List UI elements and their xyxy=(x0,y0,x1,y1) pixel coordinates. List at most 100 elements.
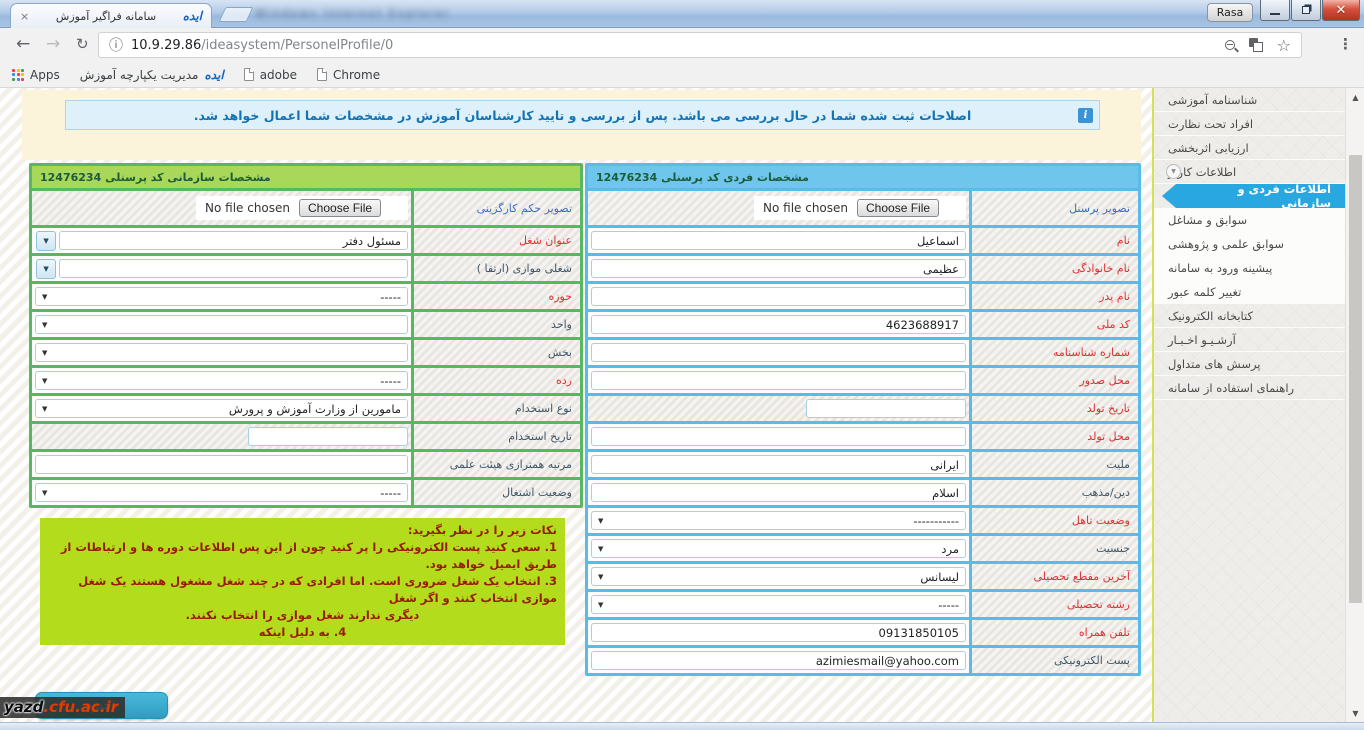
combo-text-input[interactable] xyxy=(59,231,408,250)
collapse-toggle-icon[interactable]: ▼ xyxy=(1166,164,1181,179)
select-input[interactable]: ----- ▼ xyxy=(35,371,408,390)
date-input[interactable] xyxy=(248,427,408,446)
field-label: بخش xyxy=(414,340,580,365)
text-input[interactable] xyxy=(591,651,966,670)
apps-grid-icon xyxy=(12,68,24,81)
bookmark-chrome[interactable]: Chrome xyxy=(317,68,380,82)
form-row: نام پدر xyxy=(588,284,1138,309)
browser-tab[interactable]: × سامانه فراگیر آموزش ایده xyxy=(10,3,212,28)
text-input[interactable] xyxy=(591,455,966,474)
select-input[interactable]: ----- ▼ xyxy=(591,595,966,614)
watermark-suffix: .cfu.ac.ir xyxy=(43,698,119,716)
select-input[interactable]: ----- ▼ xyxy=(35,483,408,502)
field-label: آخرین مقطع تحصیلی xyxy=(972,564,1138,589)
zoom-out-icon[interactable] xyxy=(1224,40,1235,50)
bookmark-adobe[interactable]: adobe xyxy=(243,68,297,82)
field-value-cell: ▼ xyxy=(32,340,411,365)
vertical-scrollbar[interactable]: ▲ ▼ xyxy=(1345,88,1364,722)
text-input[interactable] xyxy=(591,259,966,278)
rasa-button[interactable]: Rasa xyxy=(1207,3,1253,22)
combo-text-input[interactable] xyxy=(59,259,408,278)
address-bar[interactable]: ⓘ 10.9.29.86/ideasystem/PersonelProfile/… xyxy=(98,32,1302,58)
text-input[interactable] xyxy=(35,455,408,474)
field-label: تصویر پرسنل xyxy=(972,191,1138,225)
bookmark-star-icon[interactable]: ☆ xyxy=(1277,36,1291,55)
tab-close-icon[interactable]: × xyxy=(20,11,29,22)
choose-file-button[interactable]: Choose File xyxy=(299,199,382,217)
reload-icon[interactable]: ↻ xyxy=(76,34,89,54)
chevron-down-icon: ▼ xyxy=(42,292,48,301)
bookmarks-bar: Apps مديريت يكپارچه آموزش ایده adobe Chr… xyxy=(0,62,1364,88)
bookmark-idea-system[interactable]: مديريت يكپارچه آموزش ایده xyxy=(80,68,224,82)
select-input[interactable]: ▼ xyxy=(35,315,408,334)
new-tab-button[interactable] xyxy=(218,7,254,22)
browser-menu-icon[interactable]: ⋮ xyxy=(1338,35,1353,53)
select-input[interactable]: ----- ▼ xyxy=(35,287,408,306)
text-input[interactable] xyxy=(591,287,966,306)
sidebar-item[interactable]: سوابق علمی و پژوهشی xyxy=(1154,232,1345,256)
field-value-cell xyxy=(588,284,969,309)
scroll-down-icon[interactable]: ▼ xyxy=(1346,706,1364,720)
close-button[interactable]: ✕ xyxy=(1322,0,1360,21)
text-input[interactable] xyxy=(591,427,966,446)
field-value-cell xyxy=(588,648,969,673)
text-input[interactable] xyxy=(591,231,966,250)
select-input[interactable]: مرد ▼ xyxy=(591,539,966,558)
form-row: نام xyxy=(588,228,1138,253)
maximize-button[interactable] xyxy=(1291,0,1321,21)
field-value-cell xyxy=(32,424,411,449)
field-value-cell xyxy=(588,228,969,253)
field-value-cell: مامورین از وزارت آموزش و پرورش ▼ xyxy=(32,396,411,421)
select-input[interactable]: لیسانس ▼ xyxy=(591,567,966,586)
minimize-button[interactable] xyxy=(1260,0,1290,21)
sidebar-item[interactable]: کتابخانه الکترونیک xyxy=(1154,304,1345,328)
scrollbar-thumb[interactable] xyxy=(1349,155,1362,603)
field-value-cell: ▼ xyxy=(32,312,411,337)
text-input[interactable] xyxy=(591,371,966,390)
field-label: عنوان شغل xyxy=(414,228,580,253)
text-input[interactable] xyxy=(591,483,966,502)
field-label: مرتبه همترازی هیئت علمی xyxy=(414,452,580,477)
translate-icon[interactable] xyxy=(1248,38,1263,52)
page-icon xyxy=(243,68,254,81)
file-upload-control[interactable]: No file chosen Choose File xyxy=(196,196,408,220)
scroll-up-icon[interactable]: ▲ xyxy=(1346,90,1364,104)
form-row: تلفن همراه xyxy=(588,620,1138,645)
combo-dropdown-button[interactable]: ▼ xyxy=(36,258,56,279)
field-value-cell: مرد ▼ xyxy=(588,536,969,561)
sidebar-item[interactable]: راهنمای استفاده از سامانه xyxy=(1154,376,1345,400)
text-input[interactable] xyxy=(591,343,966,362)
file-upload-control[interactable]: No file chosen Choose File xyxy=(754,196,966,220)
select-input[interactable]: ----------- ▼ xyxy=(591,511,966,530)
back-icon[interactable]: ← xyxy=(16,34,30,54)
select-input[interactable]: ▼ xyxy=(35,343,408,362)
choose-file-button[interactable]: Choose File xyxy=(857,199,940,217)
sidebar-item[interactable]: تغییر کلمه عبور xyxy=(1154,280,1345,304)
sidebar-item[interactable]: شناسنامه آموزشی xyxy=(1154,88,1345,112)
combo-dropdown-button[interactable]: ▼ xyxy=(36,230,56,251)
sidebar-item-active[interactable]: اطلاعات فردی و سازمانی xyxy=(1176,182,1345,210)
form-row: نوع استخدام مامورین از وزارت آموزش و پرور… xyxy=(32,396,580,421)
form-row: کد ملی xyxy=(588,312,1138,337)
forward-icon[interactable]: → xyxy=(46,34,60,54)
select-value: مرد xyxy=(941,541,959,556)
sidebar-item[interactable]: آرشـيـو اخـبـار xyxy=(1154,328,1345,352)
select-input[interactable]: مامورین از وزارت آموزش و پرورش ▼ xyxy=(35,399,408,418)
text-input[interactable] xyxy=(591,315,966,334)
sidebar-item[interactable]: اطلاعات کاربر ▼ xyxy=(1154,160,1345,184)
browser-window: × سامانه فراگیر آموزش ایده Windows Inter… xyxy=(0,0,1364,730)
sidebar-item[interactable]: ارزیابی اثربخشی xyxy=(1154,136,1345,160)
note-line: 4. به دلیل اینکه xyxy=(258,625,347,639)
field-label: کد ملی xyxy=(972,312,1138,337)
page-info-icon[interactable]: ⓘ xyxy=(109,35,123,55)
sidebar-item[interactable]: پرسش های متداول xyxy=(1154,352,1345,376)
apps-shortcut[interactable]: Apps xyxy=(12,68,60,82)
form-row: وضعیت اشتغال ----- ▼ xyxy=(32,480,580,505)
date-input[interactable] xyxy=(806,399,966,418)
sidebar-item[interactable]: افراد تحت نظارت xyxy=(1154,112,1345,136)
sidebar-item[interactable]: پیشینه ورود به سامانه xyxy=(1154,256,1345,280)
form-row: پست الکترونیکی xyxy=(588,648,1138,673)
sidebar-item[interactable]: سوابق و مشاغل xyxy=(1154,208,1345,232)
window-bottom-edge xyxy=(0,722,1364,730)
text-input[interactable] xyxy=(591,623,966,642)
